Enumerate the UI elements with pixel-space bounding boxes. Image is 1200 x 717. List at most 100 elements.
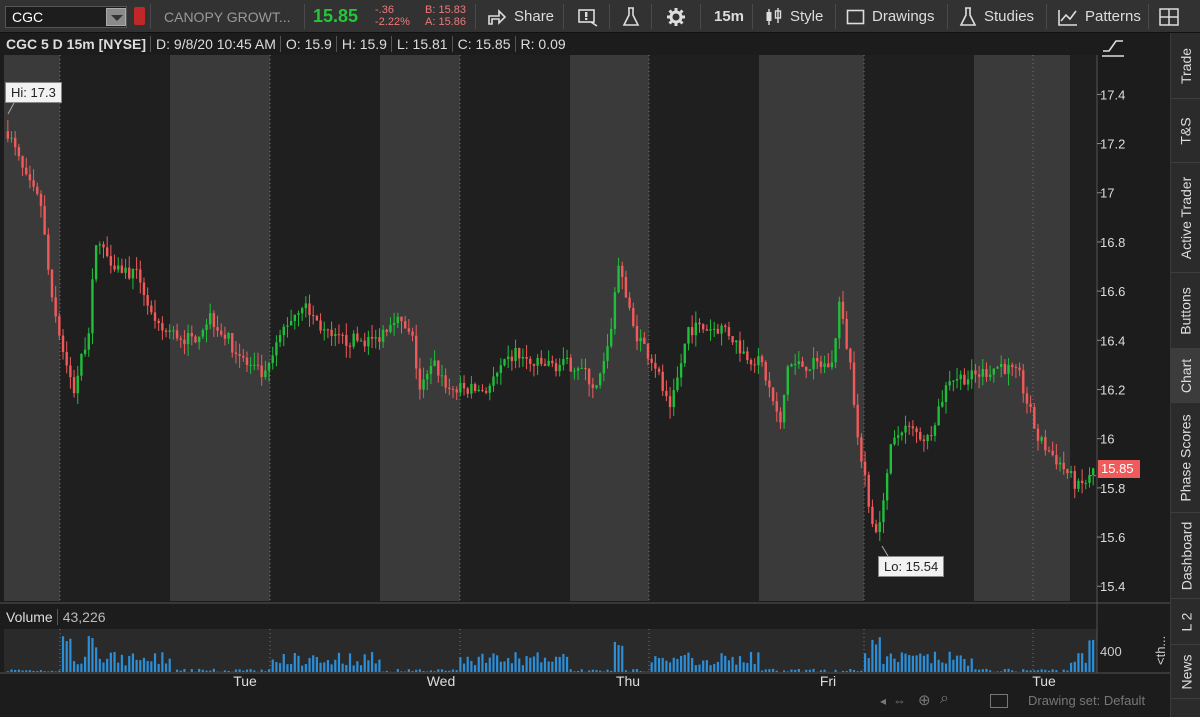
chart-settings-button[interactable]: [1100, 36, 1126, 63]
interval-selector[interactable]: 15m: [714, 0, 744, 33]
symbol-dropdown-button[interactable]: [106, 8, 126, 26]
candle-body: [661, 371, 664, 391]
flask-button[interactable]: [621, 0, 641, 33]
candle-body: [17, 147, 21, 157]
candle-body: [838, 301, 841, 339]
pan-icon[interactable]: ⇔: [893, 693, 906, 708]
candle-body: [451, 388, 455, 390]
volume-bar: [473, 665, 477, 672]
settings-button[interactable]: [666, 0, 686, 33]
candle-body: [760, 356, 764, 363]
studies-label: Studies: [984, 8, 1035, 25]
candle-body: [197, 336, 201, 343]
candle-body: [352, 333, 355, 347]
candle-body: [569, 357, 572, 372]
volume-bar: [36, 671, 39, 672]
patterns-button[interactable]: Patterns: [1057, 0, 1141, 33]
sidebar-collapse-tab[interactable]: <th...: [1153, 636, 1168, 665]
candle-body: [790, 364, 793, 367]
candle-body: [378, 337, 381, 342]
candle-body: [595, 385, 598, 388]
candle-body: [32, 180, 35, 187]
volume-bar: [794, 669, 797, 672]
volume-bar: [668, 662, 672, 672]
candle-body: [492, 376, 495, 386]
volume-bar: [720, 653, 723, 672]
volume-bar: [374, 663, 377, 672]
volume-bar: [510, 663, 513, 672]
alert-button[interactable]: [577, 0, 599, 33]
candle-body: [1003, 363, 1007, 374]
grid-button[interactable]: [1158, 0, 1180, 33]
volume-bar: [1022, 669, 1025, 672]
volume-bar: [860, 670, 863, 672]
candle-body: [466, 388, 469, 394]
style-button[interactable]: Style: [764, 0, 823, 33]
candle-body: [540, 357, 543, 364]
studies-button[interactable]: Studies: [958, 0, 1034, 33]
volume-bar: [161, 652, 164, 672]
candle-body: [293, 314, 297, 322]
candle-body: [186, 333, 190, 345]
candle-body: [617, 265, 620, 293]
candle-body: [473, 383, 477, 391]
sidebar-tab-l-2[interactable]: L 2: [1171, 599, 1200, 645]
candle-body: [367, 336, 370, 347]
candle-body: [602, 360, 606, 374]
volume-bar: [908, 655, 911, 672]
volume-bar: [1077, 653, 1080, 672]
candle-body: [841, 301, 845, 319]
volume-bar: [205, 670, 208, 672]
volume-bar: [1073, 661, 1076, 672]
volume-bar: [223, 670, 227, 672]
sidebar-tab-trade[interactable]: Trade: [1171, 33, 1200, 99]
volume-bar: [507, 658, 510, 672]
x-axis-label: Wed: [427, 673, 456, 689]
volume-bar: [525, 656, 528, 672]
volume-bar: [742, 662, 745, 672]
share-button[interactable]: Share: [487, 0, 554, 33]
candle-body: [547, 360, 550, 366]
volume-bar: [286, 664, 289, 672]
crosshair-icon[interactable]: ⊕: [918, 691, 931, 709]
volume-bar: [87, 636, 90, 672]
candle-body: [768, 380, 771, 388]
candle-body: [908, 425, 911, 427]
sidebar-tab-active-trader[interactable]: Active Trader: [1171, 163, 1200, 273]
scroll-left-icon[interactable]: ◂: [880, 694, 886, 708]
sidebar-tab-dashboard[interactable]: Dashboard: [1171, 513, 1200, 599]
volume-bar: [485, 662, 488, 672]
zoom-icon[interactable]: ⌕: [940, 690, 949, 708]
candle-body: [860, 437, 863, 462]
volume-bar: [418, 669, 421, 672]
volume-bar: [312, 655, 315, 672]
drawings-button[interactable]: Drawings: [846, 0, 935, 33]
drawing-set-label[interactable]: Drawing set: Default: [1028, 693, 1145, 708]
alert-flag-icon[interactable]: [134, 7, 145, 25]
volume-bar: [551, 661, 554, 672]
sidebar-tab-chart[interactable]: Chart: [1171, 349, 1200, 403]
candle-body: [562, 359, 565, 365]
sidebar-tab-buttons[interactable]: Buttons: [1171, 273, 1200, 349]
sidebar-tab-t-s[interactable]: T&S: [1171, 99, 1200, 163]
candle-body: [91, 279, 94, 334]
candle-body: [621, 265, 624, 277]
volume-bar: [492, 653, 495, 672]
candle-body: [135, 268, 138, 270]
candle-body: [1018, 367, 1021, 371]
candle-body: [389, 325, 392, 332]
candle-body: [874, 524, 878, 533]
gear-icon: [667, 7, 685, 26]
drawing-toggle-icon[interactable]: [990, 694, 1008, 708]
volume-bar: [6, 671, 9, 672]
sidebar-tab-news[interactable]: News: [1171, 645, 1200, 699]
price-chart[interactable]: 17.4 17.2 17 16.8 16.6 16.4 16.2 16 15.8 15.6 15.4…: [0, 0, 1200, 717]
candle-body: [635, 326, 639, 342]
sidebar-tab-phase-scores[interactable]: Phase Scores: [1171, 403, 1200, 513]
volume-bar: [595, 669, 598, 672]
volume-bar: [183, 668, 186, 672]
volume-bar: [65, 641, 68, 672]
high-label: Hi: 17.3: [5, 82, 62, 103]
candle-body: [488, 385, 491, 393]
candle-body: [646, 343, 650, 359]
